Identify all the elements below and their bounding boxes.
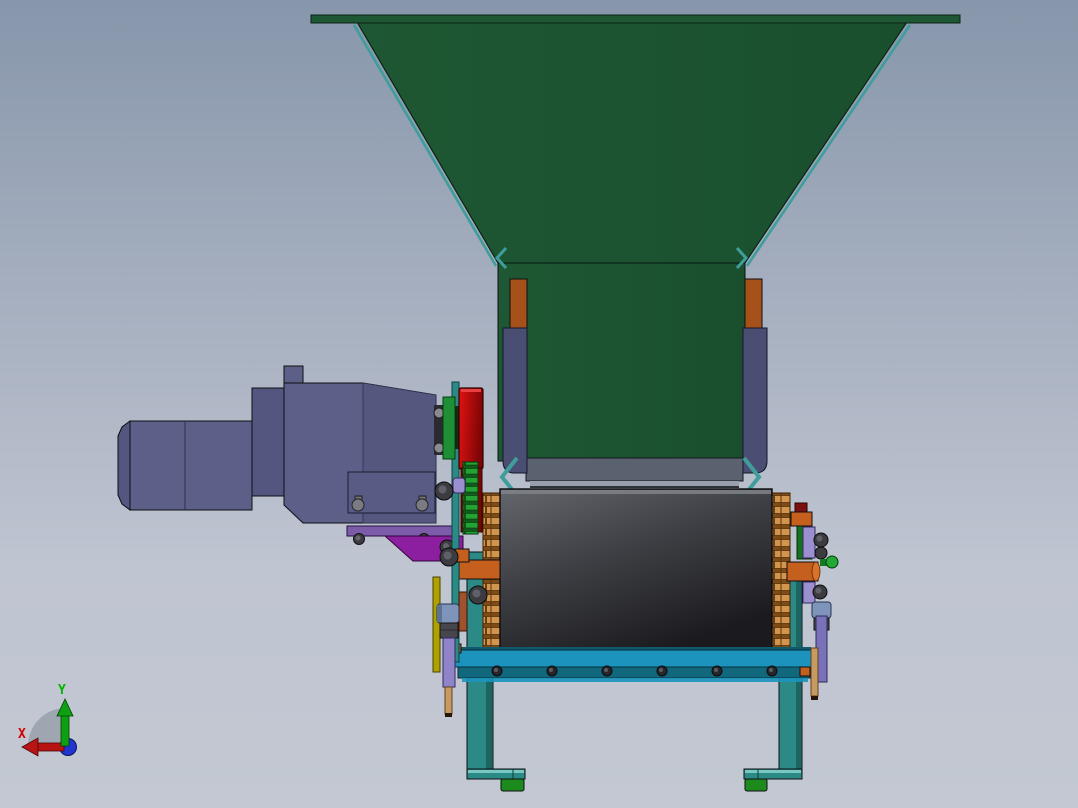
bolt-right-3-hl [815,587,822,594]
hub-bolt-lower-hl [443,551,452,560]
idler-lavender [452,477,466,494]
leg-bolt-hl [472,589,481,598]
hanger-lavender-left [442,637,456,688]
hopper-funnel [355,21,909,264]
frame-foot-left-top [468,770,524,773]
rail-end-block-right [799,666,811,677]
model-canvas[interactable]: X Y [0,0,1078,808]
tension-rod-right-tip [811,696,818,700]
chute-bracket-left [509,278,528,329]
crusher-drum[interactable] [452,488,821,656]
drive-chain [462,461,479,535]
x-axis-label: X [18,727,26,742]
y-axis-head [56,698,74,717]
chute-body [497,251,746,462]
rail-beam [451,649,815,668]
pulley-disc-green [442,396,456,460]
gearbox-top-tab [283,365,304,384]
orientation-triad[interactable]: X Y [18,683,77,757]
foot-pad-right [744,778,768,792]
motor-end-cap [117,420,131,511]
side-guard-right [742,327,768,474]
gearbox-ring [251,387,285,497]
bracket-lavender-upper [802,526,816,559]
adjuster-knob-green [825,555,839,569]
hub-bolt-upper-hl [438,485,447,494]
chute-bracket-right [744,278,763,329]
mount-plate-violet [346,525,460,537]
x-axis-shaft [33,742,65,752]
chute-band-shadow [530,486,739,488]
tension-rod-left [444,686,453,715]
tension-rod-right [810,647,819,697]
damper-cylinder-left-cap [437,605,442,622]
foot-pad-left [500,778,525,792]
tension-bar-yellow [432,576,441,673]
side-guard-left [502,327,528,474]
y-axis-label: Y [58,683,66,698]
drive-pulley-top-face [461,389,481,392]
frame-foot-right-top [745,770,801,773]
drive-shaft-right-face [811,561,821,582]
electric-motor[interactable] [117,365,464,562]
drum-body [499,488,773,656]
rail-lower-band [457,666,811,679]
hopper-rim [310,14,961,24]
drive-shaft-left [452,559,501,580]
spacer-sienna [458,591,468,632]
bolt-right-1-hl [816,535,823,542]
cad-viewport[interactable]: X Y [0,0,1078,808]
bolt-right-2 [814,546,828,560]
drive-pulley [458,387,484,470]
tension-rod-left-tip [445,713,452,717]
motor-body [129,420,253,511]
chute-band-light [530,481,739,486]
spacer-orange-right [790,511,813,527]
rail-bottom-line [462,678,808,682]
base-rail[interactable] [451,643,815,682]
chute-band [525,457,744,482]
drum-top-highlight [501,490,771,494]
y-axis-shaft [60,711,70,747]
